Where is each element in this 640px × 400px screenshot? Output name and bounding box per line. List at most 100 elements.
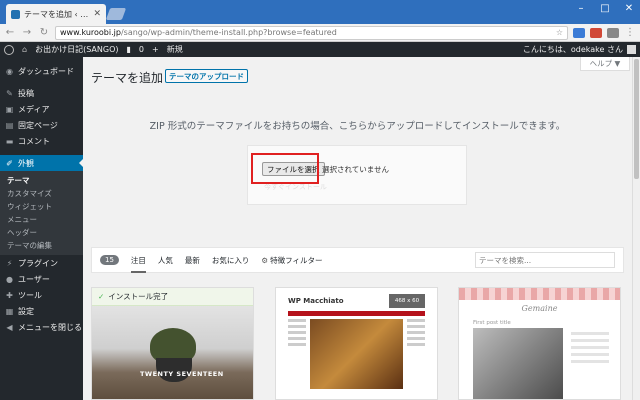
post-title: First post title	[473, 320, 511, 326]
theme-screenshot-title: TWENTY SEVENTEEN	[140, 370, 224, 378]
tab-latest[interactable]: 最新	[185, 255, 200, 266]
url-path: /sango/wp-admin/theme-install.php?browse…	[120, 28, 337, 37]
submenu-themes[interactable]: テーマ	[0, 174, 83, 187]
tab-title: テーマを追加 ‹ お出かけ日記	[24, 9, 89, 19]
installed-notice: ✓ インストール完了	[92, 288, 253, 306]
installed-label: インストール完了	[108, 292, 169, 301]
sidebar-item-label: 外観	[18, 158, 34, 168]
help-tab[interactable]: ヘルプ ▼	[580, 57, 630, 71]
sidebar-item-label: 固定ページ	[18, 120, 58, 130]
theme-screenshot-title: Gemaine	[521, 304, 558, 313]
plugin-icon: ⚡	[6, 258, 13, 268]
sidebar-collapse[interactable]: ◀ メニューを閉じる	[0, 319, 83, 335]
window-controls: – □ ✕	[574, 3, 636, 14]
theme-grid: ✓ インストール完了 TWENTY SEVENTEEN WP Macchiato…	[91, 287, 624, 400]
annotation-highlight-box	[251, 153, 319, 184]
tab-favorites[interactable]: お気に入り	[212, 255, 250, 266]
submenu-header[interactable]: ヘッダー	[0, 226, 83, 239]
sidebar-item-appearance[interactable]: ✐ 外観	[0, 155, 83, 171]
new-tab-button[interactable]	[105, 8, 127, 20]
comments-icon[interactable]: ▮	[127, 45, 131, 54]
main-content: ヘルプ ▼ テーマを追加 テーマのアップロード ZIP 形式のテーマファイルをお…	[83, 57, 632, 400]
sidebar-item-label: コメント	[18, 136, 50, 146]
sidebar-item-tools[interactable]: ✚ ツール	[0, 287, 83, 303]
theme-card-gemaine[interactable]: Gemaine First post title	[458, 287, 621, 400]
close-tab-icon[interactable]: ✕	[93, 9, 101, 19]
back-icon[interactable]: ←	[4, 27, 16, 38]
wp-admin-bar: ⌂ お出かけ日記(SANGO) ▮ 0 + 新規 こんにちは、odekake さ…	[0, 42, 640, 57]
theme-search-input[interactable]	[475, 252, 615, 268]
browser-tab[interactable]: テーマを追加 ‹ お出かけ日記 ✕	[6, 4, 106, 24]
admin-sidebar: ◉ ダッシュボード ✎ 投稿 ▣ メディア ▤ 固定ページ ▬ コメント ✐ 外観 テーマ …	[0, 57, 83, 400]
gear-icon: ⚙	[261, 255, 269, 265]
upload-theme-button[interactable]: テーマのアップロード	[165, 69, 248, 83]
extension-icon[interactable]	[590, 27, 602, 38]
sidebar-item-pages[interactable]: ▤ 固定ページ	[0, 117, 83, 133]
theme-card-twentyseventeen[interactable]: ✓ インストール完了 TWENTY SEVENTEEN	[91, 287, 254, 400]
sidebar-item-label: 投稿	[18, 88, 34, 98]
feature-filter-button[interactable]: ⚙ 特徴フィルター	[261, 255, 322, 266]
floral-border	[459, 288, 620, 300]
media-icon: ▣	[5, 104, 14, 114]
sidebar-item-settings[interactable]: ▦ 設定	[0, 303, 83, 319]
settings-icon: ▦	[5, 306, 14, 316]
close-window-icon[interactable]: ✕	[622, 3, 636, 14]
tab-featured[interactable]: 注目	[130, 255, 146, 273]
new-plus-icon[interactable]: +	[152, 45, 159, 54]
minimize-icon[interactable]: –	[574, 3, 588, 14]
scrollbar-thumb[interactable]	[634, 59, 639, 179]
submenu-customize[interactable]: カスタマイズ	[0, 187, 83, 200]
greeting-text[interactable]: こんにちは、odekake さん	[523, 44, 623, 55]
url-host: www.kuroobi.jp	[60, 28, 121, 37]
reload-icon[interactable]: ↻	[38, 27, 50, 38]
wordpress-logo-icon[interactable]	[4, 44, 14, 55]
browser-toolbar: ← → ↻ www.kuroobi.jp /sango/wp-admin/the…	[0, 24, 640, 42]
submenu-theme-editor[interactable]: テーマの編集	[0, 239, 83, 252]
theme-screenshot: TWENTY SEVENTEEN	[92, 306, 253, 399]
dashboard-icon: ◉	[6, 66, 13, 76]
address-bar[interactable]: www.kuroobi.jp /sango/wp-admin/theme-ins…	[55, 25, 568, 40]
sidebar-item-label: 設定	[18, 306, 34, 316]
submenu-menus[interactable]: メニュー	[0, 213, 83, 226]
maximize-icon[interactable]: □	[598, 3, 612, 14]
sidebar-item-label: ツール	[18, 290, 42, 300]
sidebar-item-posts[interactable]: ✎ 投稿	[0, 85, 83, 101]
sidebar-item-label: ダッシュボード	[18, 66, 74, 76]
account-menu[interactable]: こんにちは、odekake さん	[523, 44, 636, 55]
new-content-link[interactable]: 新規	[167, 44, 183, 55]
theme-screenshot: WP Macchiato 468 x 60	[276, 288, 437, 395]
sidebar-item-users[interactable]: ● ユーザー	[0, 271, 83, 287]
browser-tabbar: テーマを追加 ‹ お出かけ日記 ✕ – □ ✕	[0, 0, 640, 24]
bookmark-star-icon[interactable]: ☆	[556, 28, 563, 37]
pin-icon: ✎	[6, 88, 13, 98]
avatar[interactable]	[627, 45, 636, 54]
page-scrollbar[interactable]	[632, 57, 640, 400]
sidebar-item-label: メニューを閉じる	[18, 322, 82, 332]
file-status: 選択されていません	[322, 165, 390, 174]
theme-screenshot-title: WP Macchiato	[288, 297, 344, 305]
extension-icon[interactable]	[573, 27, 585, 38]
wordpress-favicon-icon	[11, 9, 20, 19]
comments-count[interactable]: 0	[139, 45, 144, 54]
submenu-widgets[interactable]: ウィジェット	[0, 200, 83, 213]
sidebar-item-media[interactable]: ▣ メディア	[0, 101, 83, 117]
couple-photo	[473, 328, 563, 399]
theme-count-badge: 15	[100, 255, 119, 265]
forward-icon[interactable]: →	[21, 27, 33, 38]
wrench-icon: ✚	[6, 290, 13, 300]
menu-dots-icon[interactable]: ⋮	[624, 27, 636, 38]
sidebar-item-comments[interactable]: ▬ コメント	[0, 133, 83, 149]
sidebar-item-dashboard[interactable]: ◉ ダッシュボード	[0, 63, 83, 79]
upload-description: ZIP 形式のテーマファイルをお持ちの場合、こちらからアップロードしてインストー…	[149, 121, 566, 132]
sidebar-item-plugins[interactable]: ⚡ プラグイン	[0, 255, 83, 271]
site-name-link[interactable]: お出かけ日記(SANGO)	[35, 44, 118, 55]
theme-card-wp-macchiato[interactable]: WP Macchiato 468 x 60	[275, 287, 438, 400]
food-photo	[310, 319, 403, 389]
sidebar-item-label: プラグイン	[18, 258, 58, 268]
user-icon: ●	[6, 274, 13, 284]
tab-popular[interactable]: 人気	[158, 255, 173, 266]
home-icon[interactable]: ⌂	[22, 45, 27, 54]
ad-banner-placeholder: 468 x 60	[389, 294, 425, 308]
appearance-submenu: テーマ カスタマイズ ウィジェット メニュー ヘッダー テーマの編集	[0, 171, 83, 255]
camera-icon[interactable]	[607, 27, 619, 38]
